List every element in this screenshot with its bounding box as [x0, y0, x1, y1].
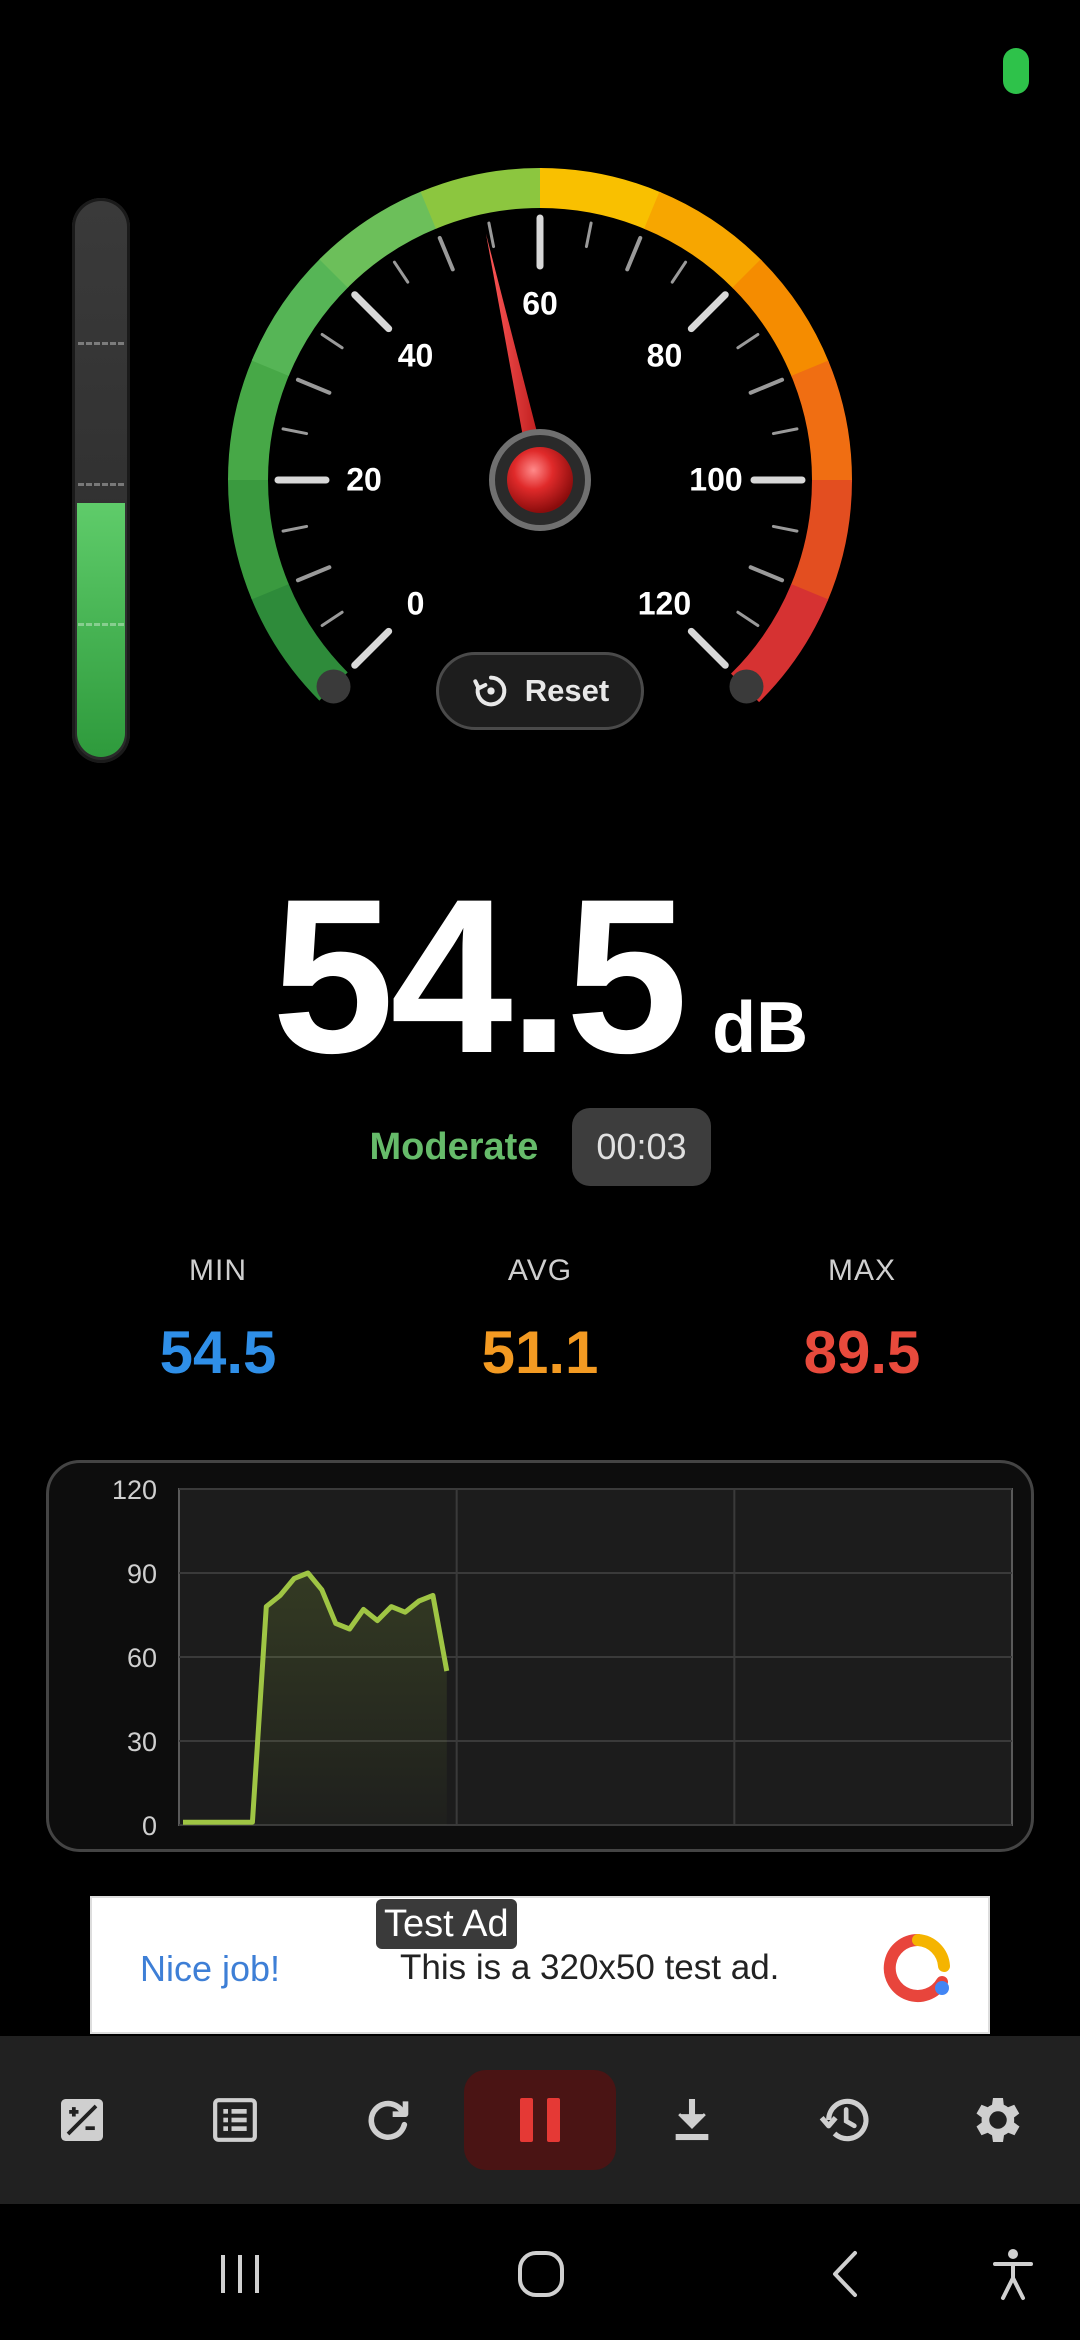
recent-apps-icon [221, 2255, 259, 2293]
gauge-minor-tick [748, 565, 785, 583]
ad-logo-icon [883, 1933, 950, 2002]
test-ad-badge: Test Ad [376, 1899, 517, 1949]
history-button[interactable] [795, 2068, 895, 2172]
chart-y-tick-label: 0 [142, 1811, 157, 1841]
gauge-minor-tick [320, 332, 344, 350]
stat-avg-value: 51.1 [481, 1319, 599, 1386]
gauge-hub [507, 447, 573, 513]
stat-min: MIN 54.5 [98, 1254, 338, 1387]
history-chart: 120 90 60 30 0 [46, 1460, 1034, 1852]
gauge-minor-tick [670, 260, 688, 284]
gauge-arc-segment [539, 168, 662, 230]
gauge-minor-tick [771, 524, 799, 533]
gauge-label-120: 120 [637, 585, 692, 622]
chart-plot: 120 90 60 30 0 [112, 1475, 1013, 1841]
download-icon [675, 2099, 709, 2141]
gauge-arc-segment [790, 479, 852, 602]
gauge-arc-segment [791, 360, 852, 483]
gauge-minor-tick [584, 221, 593, 249]
decibel-reading: 54.5 dB [0, 850, 1080, 1103]
refresh-icon [368, 2100, 409, 2140]
history-reset-icon [473, 675, 507, 707]
reset-button[interactable]: Reset [436, 652, 644, 730]
gauge-arc-segment [643, 191, 763, 290]
gauge-arc-cap [316, 669, 351, 704]
gauge-arc-cap [729, 669, 764, 704]
chart-y-tick-label: 120 [112, 1475, 157, 1505]
add-note-icon [61, 2099, 103, 2141]
reading-value: 54.5 [271, 853, 688, 1099]
gauge: 0 20 40 60 80 100 120 Reset [0, 0, 1080, 800]
stat-max-label: MAX [827, 1254, 896, 1287]
chart-y-tick-label: 60 [127, 1643, 157, 1673]
refresh-button[interactable] [338, 2068, 438, 2172]
level-row: Moderate 00:03 [0, 1108, 1080, 1186]
stat-avg: AVG 51.1 [420, 1254, 660, 1387]
gauge-minor-tick [437, 235, 455, 272]
settings-icon [976, 2098, 1020, 2142]
ad-banner[interactable]: Nice job! This is a 320x50 test ad. [90, 1896, 990, 2034]
add-note-button[interactable] [32, 2068, 132, 2172]
gauge-minor-tick [392, 260, 410, 284]
gauge-minor-tick [320, 610, 344, 628]
noise-level-label: Moderate [369, 1125, 539, 1168]
gauge-minor-tick [281, 427, 309, 436]
gauge-arc-segment [732, 259, 830, 378]
settings-button[interactable] [948, 2068, 1048, 2172]
home-icon [518, 2251, 564, 2297]
home-button[interactable] [496, 2234, 586, 2314]
stat-max-value: 89.5 [803, 1319, 921, 1386]
gauge-minor-tick [487, 221, 496, 249]
recent-apps-button[interactable] [195, 2234, 285, 2314]
gauge-minor-tick [295, 565, 332, 583]
gauge-arc-segment [319, 190, 438, 288]
gauge-label-40: 40 [397, 337, 434, 374]
reset-label: Reset [524, 673, 610, 708]
gauge-label-20: 20 [346, 461, 382, 498]
chart-y-tick-label: 30 [127, 1727, 157, 1757]
gauge-label-80: 80 [646, 337, 683, 374]
back-button[interactable] [800, 2234, 890, 2314]
pause-icon [520, 2098, 560, 2142]
gauge-arc-segment [250, 582, 348, 701]
ad-text: This is a 320x50 test ad. [400, 1948, 780, 1987]
accessibility-icon [993, 2249, 1033, 2300]
gauge-label-0: 0 [406, 585, 425, 622]
download-button[interactable] [642, 2068, 742, 2172]
bottom-toolbar [0, 2036, 1080, 2204]
gauge-minor-tick [748, 377, 785, 395]
gauge-minor-tick [736, 610, 760, 628]
accessibility-button[interactable] [968, 2234, 1058, 2314]
pause-button[interactable] [464, 2070, 616, 2170]
elapsed-timer: 00:03 [572, 1108, 711, 1186]
gauge-major-tick [351, 627, 393, 669]
list-button[interactable] [185, 2068, 285, 2172]
chart-y-tick-label: 90 [127, 1559, 157, 1589]
history-icon [819, 2098, 869, 2142]
gauge-minor-tick [771, 427, 799, 436]
ad-headline: Nice job! [140, 1948, 281, 1989]
gauge-arc-segment [228, 358, 290, 481]
gauge-arc-segment [251, 257, 350, 377]
reading-unit: dB [712, 988, 809, 1068]
stat-min-value: 54.5 [159, 1319, 277, 1386]
gauge-minor-tick [625, 235, 643, 272]
gauge-label-100: 100 [689, 461, 743, 498]
gauge-major-tick [687, 291, 729, 333]
gauge-label-60: 60 [522, 285, 558, 322]
back-icon [833, 2251, 857, 2297]
stat-max: MAX 89.5 [742, 1254, 982, 1387]
stat-avg-label: AVG [507, 1254, 573, 1287]
stat-min-label: MIN [189, 1254, 247, 1287]
list-icon [213, 2098, 257, 2142]
gauge-major-tick [687, 627, 729, 669]
gauge-arc-segment [420, 168, 543, 229]
gauge-arc-segment [228, 477, 289, 600]
gauge-minor-tick [281, 524, 309, 533]
system-nav-bar [0, 2204, 1080, 2340]
gauge-minor-tick [736, 332, 760, 350]
gauge-major-tick [351, 291, 393, 333]
gauge-minor-tick [295, 377, 332, 395]
